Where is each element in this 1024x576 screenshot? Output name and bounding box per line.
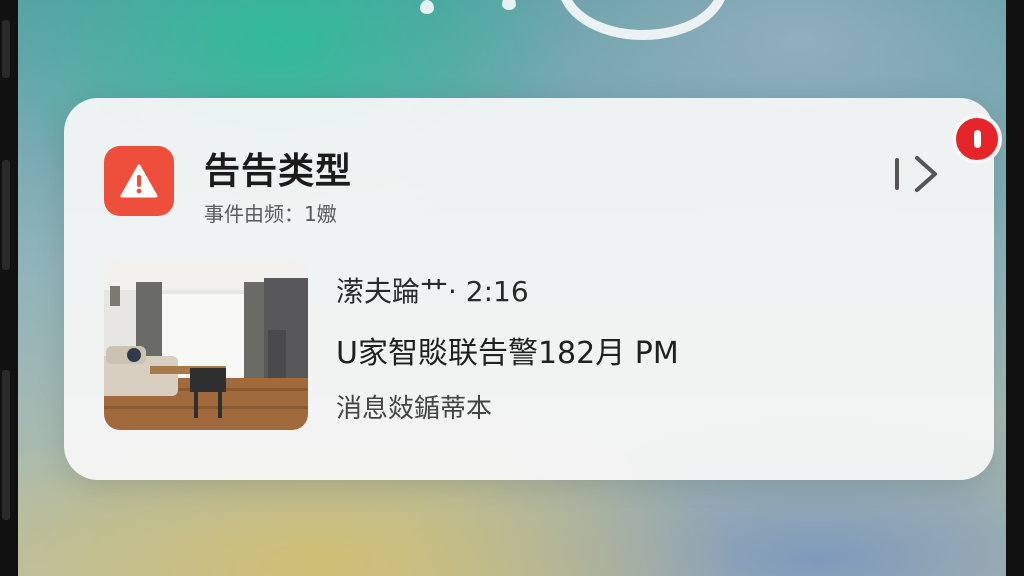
wallpaper-drop-icon	[420, 0, 434, 14]
notification-subtitle: 事件由频：1嫐	[204, 202, 337, 226]
app-icon	[104, 146, 174, 216]
living-room-image	[104, 260, 308, 430]
alert-badge-icon	[952, 114, 1002, 164]
open-notification-button[interactable]	[890, 150, 946, 198]
notification-card[interactable]: 告告类型 事件由频：1嫐 潆夫踚艹· 2:16 U家智賧联告警182月 PM 消…	[64, 98, 1002, 480]
side-button	[2, 160, 10, 270]
lock-screen: 告告类型 事件由频：1嫐 潆夫踚艹· 2:16 U家智賧联告警182月 PM 消…	[18, 0, 1006, 576]
notification-title: 告告类型	[204, 151, 353, 192]
chevron-right-icon	[895, 156, 937, 192]
phone-frame: 告告类型 事件由频：1嫐 潆夫踚艹· 2:16 U家智賧联告警182月 PM 消…	[0, 0, 1024, 576]
side-button	[2, 370, 10, 520]
notification-body: U家智賧联告警182月 PM	[336, 336, 679, 371]
warning-triangle-icon	[120, 164, 158, 198]
notification-meta: 潆夫踚艹· 2:16	[336, 275, 529, 308]
clock-widget-ring	[558, 0, 728, 40]
notification-detail: 消息敥鍎蒂本	[336, 394, 493, 424]
camera-snapshot-thumbnail[interactable]	[104, 260, 308, 430]
side-button	[2, 20, 10, 78]
wallpaper-drop-icon	[502, 0, 516, 10]
